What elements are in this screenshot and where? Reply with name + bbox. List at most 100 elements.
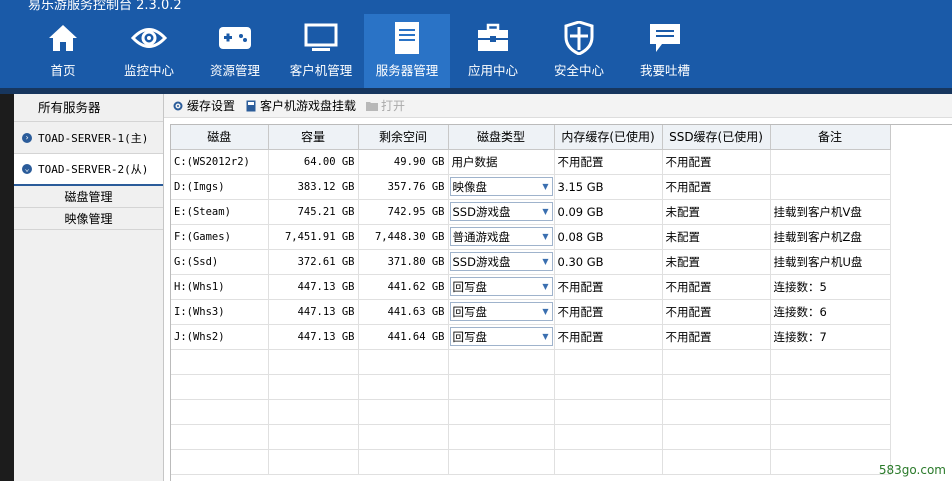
- table-row[interactable]: G:(Ssd) 372.61 GB 371.80 GB SSD游戏盘 ▼ 0.30 GB 未…: [171, 249, 891, 275]
- free-space-cell: 742.95 GB: [358, 199, 449, 225]
- free-space-cell: 7,448.30 GB: [358, 224, 449, 250]
- capacity-cell: 745.21 GB: [268, 199, 359, 225]
- server-item-2[interactable]: ⌄ TOAD-SERVER-2(从): [14, 154, 163, 186]
- nav-label: 服务器管理: [375, 63, 439, 78]
- nav-label: 监控中心: [123, 63, 174, 78]
- memory-cache-cell: 不用配置: [554, 274, 663, 300]
- image-management-item[interactable]: 映像管理: [14, 208, 163, 230]
- server-icon: [387, 20, 427, 56]
- nav-item-1[interactable]: 监控中心: [106, 14, 192, 88]
- ssd-cache-cell: 未配置: [662, 224, 771, 250]
- disk-type-value: 回写盘: [452, 304, 488, 319]
- disk-table-container: 磁盘 容量 剩余空间 磁盘类型 内存缓存(已使用) SSD缓存(已使用) 备注 C:(WS2…: [170, 124, 952, 481]
- empty-cell: [662, 449, 771, 475]
- empty-cell: [268, 374, 359, 400]
- column-header[interactable]: 磁盘类型: [448, 125, 555, 150]
- disk-type-select[interactable]: SSD游戏盘 ▼: [449, 202, 553, 221]
- empty-cell: [770, 374, 891, 400]
- disk-type-select[interactable]: 普通游戏盘 ▼: [449, 227, 553, 246]
- nav-item-6[interactable]: 安全中心: [536, 14, 622, 88]
- disk-type-select[interactable]: SSD游戏盘 ▼: [449, 252, 553, 271]
- empty-row: [171, 349, 891, 375]
- ssd-cache-cell: 未配置: [662, 199, 771, 225]
- memory-cache-cell: 0.30 GB: [554, 249, 663, 275]
- column-header[interactable]: 剩余空间: [358, 125, 449, 150]
- column-header[interactable]: 备注: [770, 125, 891, 150]
- nav-item-5[interactable]: 应用中心: [450, 14, 536, 88]
- empty-row: [171, 374, 891, 400]
- empty-cell: [662, 349, 771, 375]
- all-servers-header[interactable]: 所有服务器: [14, 94, 163, 122]
- note-cell: 挂载到客户机V盘: [770, 199, 891, 225]
- gear-icon: [172, 100, 184, 112]
- table-row[interactable]: H:(Whs1) 447.13 GB 441.62 GB 回写盘 ▼ 不用配置 不用配置 连接…: [171, 274, 891, 300]
- disk-management-item[interactable]: 磁盘管理: [14, 186, 163, 208]
- disk-type-select[interactable]: 回写盘 ▼: [449, 277, 553, 296]
- watermark: 583go.com: [878, 463, 946, 477]
- capacity-cell: 447.13 GB: [268, 274, 359, 300]
- cache-settings-button[interactable]: 缓存设置: [172, 97, 235, 114]
- capacity-cell: 7,451.91 GB: [268, 224, 359, 250]
- empty-cell: [770, 399, 891, 425]
- disk-type-cell: 普通游戏盘 ▼: [448, 224, 555, 250]
- chevron-down-icon: ⌄: [22, 164, 32, 174]
- table-row[interactable]: I:(Whs3) 447.13 GB 441.63 GB 回写盘 ▼ 不用配置 不用配置 连接…: [171, 299, 891, 325]
- free-space-cell: 441.62 GB: [358, 274, 449, 300]
- nav-item-4[interactable]: 服务器管理: [364, 14, 450, 88]
- dropdown-arrow-icon: ▼: [542, 332, 549, 341]
- toolbar: 缓存设置 客户机游戏盘挂载 打开: [164, 94, 952, 118]
- chevron-right-icon: ›: [22, 132, 32, 143]
- nav-label: 应用中心: [467, 63, 518, 78]
- note-cell: 挂载到客户机Z盘: [770, 224, 891, 250]
- empty-cell: [770, 449, 891, 475]
- table-row[interactable]: E:(Steam) 745.21 GB 742.95 GB SSD游戏盘 ▼ 0.09 G…: [171, 199, 891, 225]
- server-item-1[interactable]: › TOAD-SERVER-1(主): [14, 122, 163, 154]
- note-cell: 挂载到客户机U盘: [770, 249, 891, 275]
- column-header[interactable]: 磁盘: [171, 125, 269, 150]
- app-header: 易乐游服务控制台 2.3.0.2 首页 监控中心 资源管理 客户机管理 服务器管理 应用中…: [0, 0, 952, 88]
- free-space-cell: 441.63 GB: [358, 299, 449, 325]
- free-space-cell: 357.76 GB: [358, 174, 449, 200]
- empty-cell: [554, 399, 663, 425]
- empty-cell: [662, 374, 771, 400]
- nav-item-2[interactable]: 资源管理: [192, 14, 278, 88]
- disk-type-cell: 用户数据: [448, 149, 555, 175]
- table-row[interactable]: F:(Games) 7,451.91 GB 7,448.30 GB 普通游戏盘 ▼ 0.0…: [171, 224, 891, 250]
- nav-item-7[interactable]: 我要吐槽: [622, 14, 708, 88]
- open-button[interactable]: 打开: [366, 97, 405, 114]
- disk-cell: G:(Ssd): [171, 249, 269, 275]
- table-row[interactable]: D:(Imgs) 383.12 GB 357.76 GB 映像盘 ▼ 3.15 GB 不用配…: [171, 174, 891, 200]
- table-row[interactable]: J:(Whs2) 447.13 GB 441.64 GB 回写盘 ▼ 不用配置 不用配置 连接…: [171, 324, 891, 350]
- disk-cell: I:(Whs3): [171, 299, 269, 325]
- column-header[interactable]: 内存缓存(已使用): [554, 125, 663, 150]
- memory-cache-cell: 0.09 GB: [554, 199, 663, 225]
- empty-cell: [662, 424, 771, 450]
- column-header[interactable]: SSD缓存(已使用): [662, 125, 771, 150]
- free-space-cell: 371.80 GB: [358, 249, 449, 275]
- empty-cell: [554, 374, 663, 400]
- mount-game-disk-button[interactable]: 客户机游戏盘挂载: [245, 97, 356, 114]
- eye-icon: [129, 20, 169, 56]
- ssd-cache-cell: 不用配置: [662, 299, 771, 325]
- server-label: TOAD-SERVER-2(从): [38, 163, 149, 176]
- nav-item-0[interactable]: 首页: [20, 14, 106, 88]
- empty-cell: [268, 399, 359, 425]
- memory-cache-cell: 不用配置: [554, 299, 663, 325]
- nav-item-3[interactable]: 客户机管理: [278, 14, 364, 88]
- disk-type-select[interactable]: 映像盘 ▼: [449, 177, 553, 196]
- dropdown-arrow-icon: ▼: [542, 257, 549, 266]
- note-cell: 连接数：7: [770, 324, 891, 350]
- empty-cell: [358, 399, 449, 425]
- nav-label: 我要吐槽: [639, 63, 690, 78]
- empty-cell: [448, 374, 555, 400]
- toolbox-icon: [473, 20, 513, 56]
- column-header[interactable]: 容量: [268, 125, 359, 150]
- disk-type-select[interactable]: 回写盘 ▼: [449, 302, 553, 321]
- disk-type-value: 映像盘: [452, 179, 488, 194]
- disk-type-select[interactable]: 回写盘 ▼: [449, 327, 553, 346]
- dropdown-arrow-icon: ▼: [542, 232, 549, 241]
- table-row[interactable]: C:(WS2012r2) 64.00 GB 49.90 GB 用户数据 不用配置 不用配置: [171, 149, 891, 175]
- empty-cell: [662, 399, 771, 425]
- disk-type-value: SSD游戏盘: [452, 254, 511, 269]
- chat-icon: [645, 20, 685, 56]
